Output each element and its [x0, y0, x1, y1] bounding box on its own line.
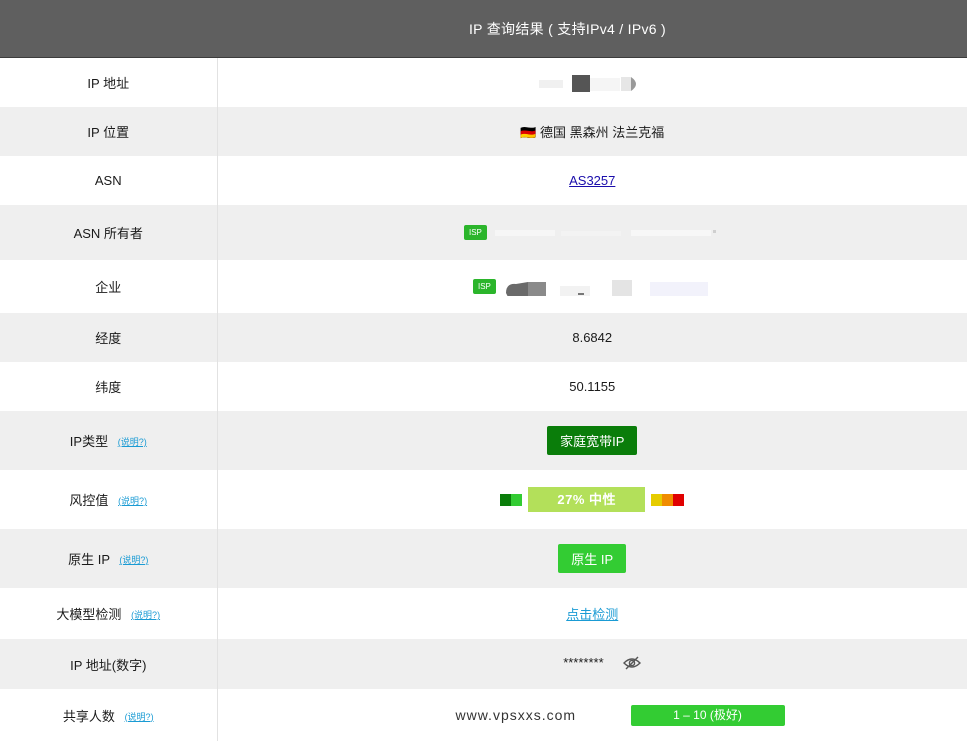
value-risk: 27% 中性 [217, 470, 967, 529]
results-table: IP 地址 IP 位置 🇩🇪 德国 黑森州 法兰克福 ASN AS3257 AS… [0, 58, 967, 741]
help-link-llm-check[interactable]: (说明?) [131, 610, 160, 620]
row-ip-address: IP 地址 [0, 58, 967, 107]
risk-segment-low [511, 493, 523, 506]
label-ip-type-cell: IP类型 (说明?) [0, 411, 218, 470]
asn-link[interactable]: AS3257 [569, 173, 615, 188]
label-risk-cell: 风控值 (说明?) [0, 470, 218, 529]
risk-segment-elevated [651, 493, 663, 506]
watermark-text: www.vpsxxs.com [455, 707, 577, 723]
label-llm-check: 大模型检测 [56, 607, 122, 622]
row-risk: 风控值 (说明?) 27% 中性 [0, 470, 967, 529]
risk-score: 27% 中性 [528, 487, 646, 512]
germany-flag-icon: 🇩🇪 [520, 125, 537, 140]
row-ip-location: IP 位置 🇩🇪 德国 黑森州 法兰克福 [0, 107, 967, 156]
shared-users-badge: 1 – 10 (极好) [630, 704, 785, 726]
row-shared-users: 共享人数 (说明?) www.vpsxxs.com 1 – 10 (极好) [0, 689, 967, 741]
native-ip-badge: 原生 IP [558, 544, 627, 573]
label-asn-owner: ASN 所有者 [0, 205, 218, 260]
value-ip-numeric: ******** [217, 639, 967, 689]
row-native-ip: 原生 IP (说明?) 原生 IP [0, 529, 967, 588]
ip-numeric-masked: ******** [563, 655, 604, 671]
help-link-shared-users[interactable]: (说明?) [125, 712, 154, 722]
help-link-ip-type[interactable]: (说明?) [118, 437, 147, 447]
redacted-ip-image [539, 74, 637, 92]
location-text: 德国 黑森州 法兰克福 [540, 125, 665, 140]
label-llm-check-cell: 大模型检测 (说明?) [0, 588, 218, 639]
label-ip-numeric: IP 地址(数字) [0, 639, 218, 689]
llm-check-link[interactable]: 点击检测 [566, 607, 618, 622]
row-longitude: 经度 8.6842 [0, 313, 967, 362]
risk-segment-high [662, 493, 674, 506]
redacted-company-image [505, 279, 708, 296]
help-link-risk[interactable]: (说明?) [118, 496, 147, 506]
isp-badge: ISP [472, 279, 496, 294]
label-shared-users: 共享人数 [62, 708, 115, 724]
label-ip-address: IP 地址 [0, 58, 218, 107]
label-company: 企业 [0, 260, 218, 313]
label-asn: ASN [0, 156, 218, 205]
isp-badge: ISP [463, 225, 487, 240]
risk-segment-very-high [673, 493, 685, 506]
value-asn-owner: ISP [217, 205, 967, 260]
eye-slash-icon[interactable] [623, 656, 642, 673]
label-native-ip-cell: 原生 IP (说明?) [0, 529, 218, 588]
value-company: ISP [217, 260, 967, 313]
risk-segment-very-low [500, 493, 512, 506]
label-ip-location: IP 位置 [0, 107, 218, 156]
row-ip-type: IP类型 (说明?) 家庭宽带IP [0, 411, 967, 470]
page-title: IP 查询结果 ( 支持IPv4 / IPv6 ) [468, 20, 667, 37]
label-ip-type: IP类型 [69, 434, 109, 449]
value-longitude: 8.6842 [217, 313, 967, 362]
results-header: IP 查询结果 ( 支持IPv4 / IPv6 ) [0, 0, 967, 58]
row-company: 企业 ISP [0, 260, 967, 313]
label-longitude: 经度 [0, 313, 218, 362]
value-ip-location: 🇩🇪 德国 黑森州 法兰克福 [217, 107, 967, 156]
ip-type-badge: 家庭宽带IP [547, 426, 638, 455]
label-shared-users-cell: 共享人数 (说明?) [0, 689, 218, 741]
row-latitude: 纬度 50.1155 [0, 362, 967, 411]
value-ip-address-redacted [217, 58, 967, 107]
label-native-ip: 原生 IP [68, 552, 110, 567]
row-ip-numeric: IP 地址(数字) ******** [0, 639, 967, 689]
help-link-native-ip[interactable]: (说明?) [119, 555, 148, 565]
risk-meter: 27% 中性 [500, 487, 685, 512]
redacted-asn-owner-image [494, 229, 716, 236]
row-asn: ASN AS3257 [0, 156, 967, 205]
label-risk: 风控值 [69, 493, 109, 508]
value-latitude: 50.1155 [569, 379, 616, 394]
label-latitude: 纬度 [0, 362, 218, 411]
row-asn-owner: ASN 所有者 ISP [0, 205, 967, 260]
row-llm-check: 大模型检测 (说明?) 点击检测 [0, 588, 967, 639]
